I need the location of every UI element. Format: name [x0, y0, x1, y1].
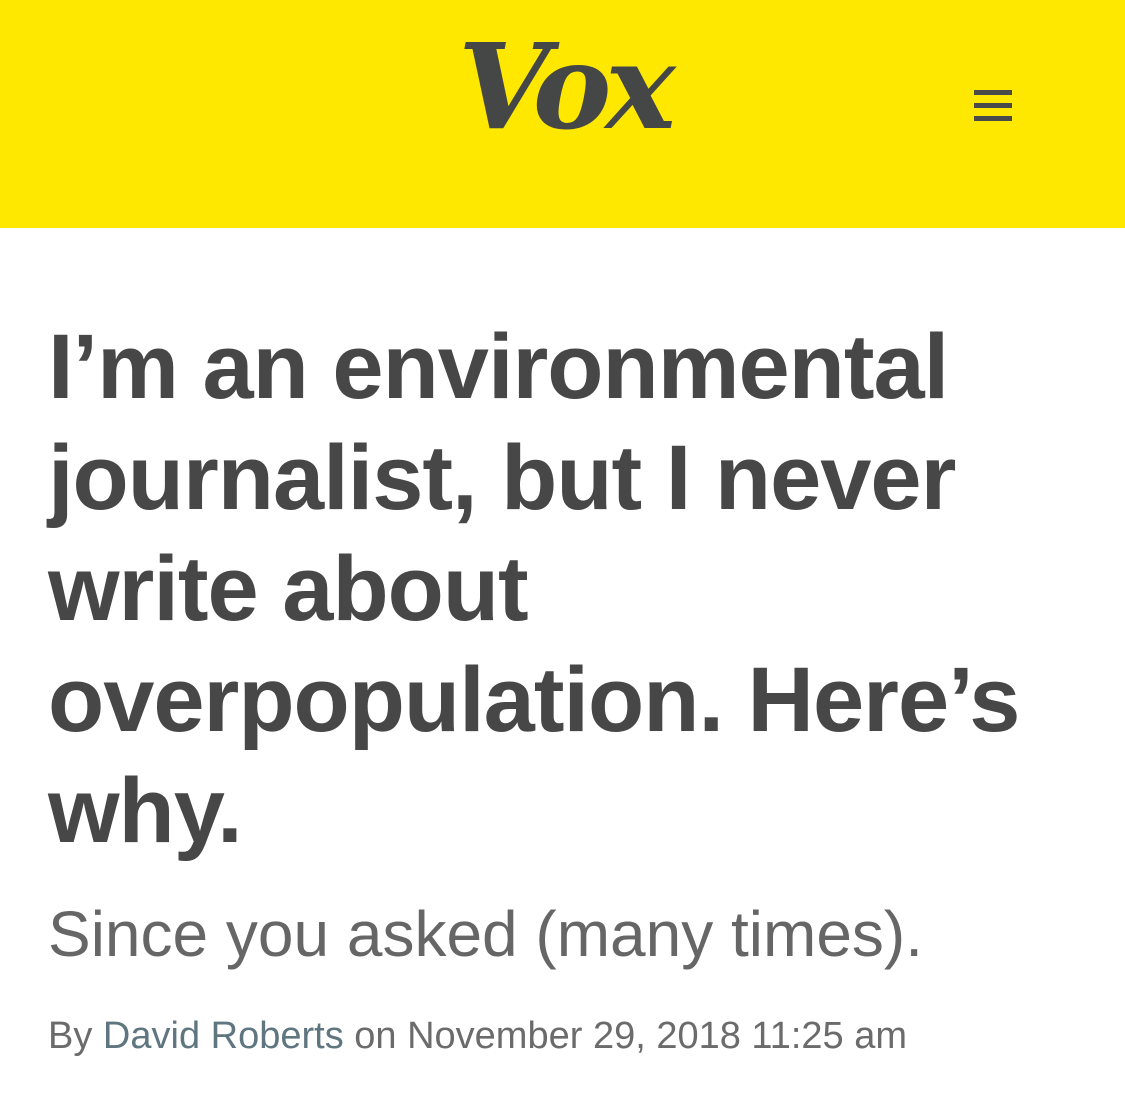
vox-logo[interactable]: Vox [458, 28, 676, 146]
publish-date: November 29, 2018 11:25 am [407, 1015, 908, 1057]
byline-prefix: By [48, 1015, 93, 1057]
author-link[interactable]: David Roberts [103, 1015, 344, 1057]
menu-button[interactable] [966, 84, 1022, 128]
site-header: Vox [0, 0, 1125, 228]
article-subtitle: Since you asked (many times). [48, 898, 923, 970]
byline: By David Roberts on November 29, 2018 11… [48, 1012, 907, 1060]
article-headline: I’m an environmental journalist, but I n… [48, 316, 1020, 862]
byline-on: on [354, 1015, 397, 1057]
